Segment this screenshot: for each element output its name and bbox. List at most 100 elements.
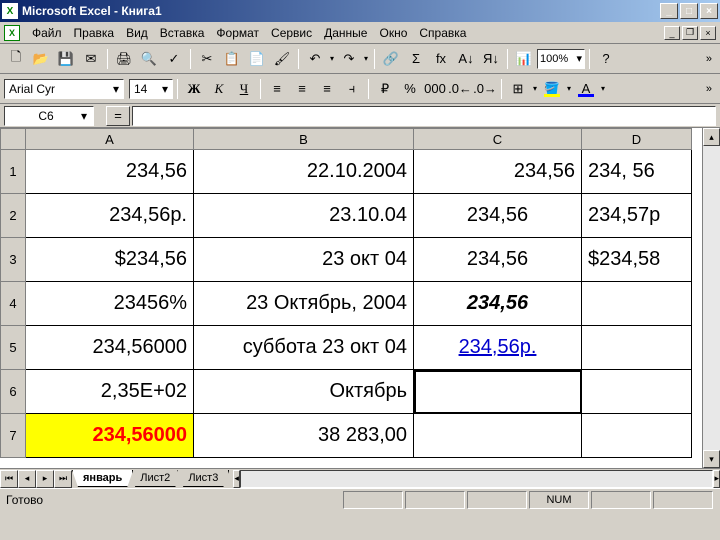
increase-decimal-icon[interactable]: .0← bbox=[448, 77, 472, 101]
cell-c6[interactable] bbox=[414, 370, 582, 414]
doc-minimize-button[interactable]: _ bbox=[664, 26, 680, 40]
name-box[interactable]: C6▾ bbox=[4, 106, 94, 126]
borders-icon[interactable]: ⊞ bbox=[506, 77, 530, 101]
redo-icon[interactable]: ↷ bbox=[337, 47, 361, 71]
scroll-track[interactable] bbox=[703, 146, 720, 450]
doc-restore-button[interactable]: ❐ bbox=[682, 26, 698, 40]
comma-icon[interactable]: 000 bbox=[423, 77, 447, 101]
row-header-3[interactable]: 3 bbox=[0, 238, 26, 282]
align-left-icon[interactable]: ≡ bbox=[265, 77, 289, 101]
fill-color-dropdown[interactable]: ▾ bbox=[565, 84, 573, 93]
sort-asc-icon[interactable]: A↓ bbox=[454, 47, 478, 71]
cell-b4[interactable]: 23 Октябрь, 2004 bbox=[194, 282, 414, 326]
font-name-input[interactable]: Arial Cyr▾ bbox=[4, 79, 124, 99]
scroll-track[interactable] bbox=[240, 470, 714, 488]
sort-desc-icon[interactable]: Я↓ bbox=[479, 47, 503, 71]
menu-tools[interactable]: Сервис bbox=[265, 24, 318, 42]
cell-c1[interactable]: 234,56 bbox=[414, 150, 582, 194]
column-header-b[interactable]: B bbox=[194, 128, 414, 150]
tab-first-button[interactable]: ⏮ bbox=[0, 470, 18, 488]
doc-close-button[interactable]: × bbox=[700, 26, 716, 40]
close-button[interactable]: × bbox=[700, 3, 718, 19]
cell-d5[interactable] bbox=[582, 326, 692, 370]
column-header-a[interactable]: A bbox=[26, 128, 194, 150]
sheet-tab-3[interactable]: Лист3 bbox=[177, 470, 229, 487]
horizontal-scrollbar[interactable]: ◂ ▸ bbox=[233, 470, 720, 488]
menu-file[interactable]: Файл bbox=[26, 24, 68, 42]
column-header-c[interactable]: C bbox=[414, 128, 582, 150]
sheet-tab-1[interactable]: январь bbox=[72, 470, 133, 487]
undo-dropdown[interactable]: ▾ bbox=[328, 54, 336, 63]
row-header-1[interactable]: 1 bbox=[0, 150, 26, 194]
row-header-5[interactable]: 5 bbox=[0, 326, 26, 370]
font-color-dropdown[interactable]: ▾ bbox=[599, 84, 607, 93]
cell-c5[interactable]: 234,56р. bbox=[414, 326, 582, 370]
autosum-icon[interactable]: Σ bbox=[404, 47, 428, 71]
cell-c3[interactable]: 234,56 bbox=[414, 238, 582, 282]
tab-prev-button[interactable]: ◂ bbox=[18, 470, 36, 488]
cell-d7[interactable] bbox=[582, 414, 692, 458]
decrease-decimal-icon[interactable]: .0→ bbox=[473, 77, 497, 101]
vertical-scrollbar[interactable]: ▴ ▾ bbox=[702, 128, 720, 468]
font-size-input[interactable]: 14▾ bbox=[129, 79, 173, 99]
merge-center-icon[interactable]: ⫞ bbox=[340, 77, 364, 101]
preview-icon[interactable]: 🔍 bbox=[137, 47, 161, 71]
cell-a1[interactable]: 234,56 bbox=[26, 150, 194, 194]
toolbar-overflow[interactable]: » bbox=[702, 53, 716, 65]
align-center-icon[interactable]: ≡ bbox=[290, 77, 314, 101]
tab-last-button[interactable]: ⏭ bbox=[54, 470, 72, 488]
percent-icon[interactable]: % bbox=[398, 77, 422, 101]
save-icon[interactable]: 💾 bbox=[54, 47, 78, 71]
copy-icon[interactable]: 📋 bbox=[220, 47, 244, 71]
undo-icon[interactable]: ↶ bbox=[303, 47, 327, 71]
cell-b5[interactable]: суббота 23 окт 04 bbox=[194, 326, 414, 370]
formula-edit-button[interactable]: = bbox=[106, 106, 130, 126]
scroll-up-button[interactable]: ▴ bbox=[703, 128, 720, 146]
cell-a3[interactable]: $234,56 bbox=[26, 238, 194, 282]
cell-c7[interactable] bbox=[414, 414, 582, 458]
borders-dropdown[interactable]: ▾ bbox=[531, 84, 539, 93]
menu-window[interactable]: Окно bbox=[373, 24, 413, 42]
cell-d3[interactable]: $234,58 bbox=[582, 238, 692, 282]
currency-icon[interactable]: ₽ bbox=[373, 77, 397, 101]
menu-help[interactable]: Справка bbox=[413, 24, 472, 42]
row-header-6[interactable]: 6 bbox=[0, 370, 26, 414]
cell-d6[interactable] bbox=[582, 370, 692, 414]
function-icon[interactable]: fx bbox=[429, 47, 453, 71]
cell-a7[interactable]: 234,56000 bbox=[26, 414, 194, 458]
row-header-2[interactable]: 2 bbox=[0, 194, 26, 238]
sheet-tab-2[interactable]: Лист2 bbox=[129, 470, 181, 487]
column-header-d[interactable]: D bbox=[582, 128, 692, 150]
underline-button[interactable]: Ч bbox=[232, 77, 256, 101]
minimize-button[interactable]: _ bbox=[660, 3, 678, 19]
align-right-icon[interactable]: ≡ bbox=[315, 77, 339, 101]
paste-icon[interactable]: 📄 bbox=[245, 47, 269, 71]
cell-b1[interactable]: 22.10.2004 bbox=[194, 150, 414, 194]
cell-c4[interactable]: 234,56 bbox=[414, 282, 582, 326]
cell-a6[interactable]: 2,35E+02 bbox=[26, 370, 194, 414]
bold-button[interactable]: Ж bbox=[182, 77, 206, 101]
row-header-7[interactable]: 7 bbox=[0, 414, 26, 458]
cell-c2[interactable]: 234,56 bbox=[414, 194, 582, 238]
redo-dropdown[interactable]: ▾ bbox=[362, 54, 370, 63]
menu-format[interactable]: Формат bbox=[210, 24, 265, 42]
cell-d1[interactable]: 234, 56 bbox=[582, 150, 692, 194]
cut-icon[interactable]: ✂ bbox=[195, 47, 219, 71]
maximize-button[interactable]: □ bbox=[680, 3, 698, 19]
toolbar-overflow[interactable]: » bbox=[702, 83, 716, 95]
fill-color-icon[interactable]: 🪣 bbox=[540, 77, 564, 101]
help-icon[interactable]: ? bbox=[594, 47, 618, 71]
menu-data[interactable]: Данные bbox=[318, 24, 373, 42]
chart-icon[interactable]: 📊 bbox=[512, 47, 536, 71]
italic-button[interactable]: К bbox=[207, 77, 231, 101]
cell-b7[interactable]: 38 283,00 bbox=[194, 414, 414, 458]
menu-view[interactable]: Вид bbox=[120, 24, 154, 42]
cell-d4[interactable] bbox=[582, 282, 692, 326]
zoom-input[interactable]: 100%▾ bbox=[537, 49, 585, 69]
menu-edit[interactable]: Правка bbox=[68, 24, 121, 42]
cell-a2[interactable]: 234,56р. bbox=[26, 194, 194, 238]
menu-insert[interactable]: Вставка bbox=[154, 24, 211, 42]
cell-b3[interactable]: 23 окт 04 bbox=[194, 238, 414, 282]
open-icon[interactable]: 📂 bbox=[29, 47, 53, 71]
scroll-right-button[interactable]: ▸ bbox=[713, 470, 720, 488]
